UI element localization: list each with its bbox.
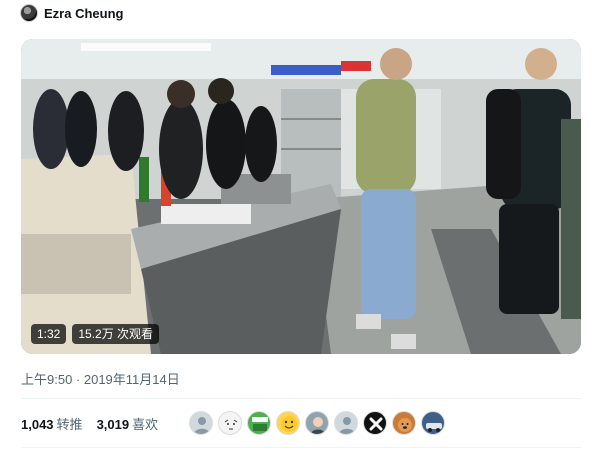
anime-avatar[interactable] xyxy=(305,411,329,435)
anime-avatar-icon xyxy=(311,417,325,434)
x-mark-avatar-icon xyxy=(369,417,383,431)
car-avatar-icon xyxy=(426,423,442,432)
divider xyxy=(21,447,581,448)
author-name[interactable]: Ezra Cheung xyxy=(44,6,123,21)
default-user-avatar-icon xyxy=(339,417,355,434)
likes-stat[interactable]: 3,019 喜欢 xyxy=(97,414,159,433)
liker-avatars xyxy=(189,411,445,435)
video-frame xyxy=(21,39,581,354)
dog-avatar[interactable] xyxy=(392,411,416,435)
dog-avatar-icon xyxy=(398,418,412,432)
default-user-avatar[interactable] xyxy=(334,411,358,435)
video-view-count: 15.2万 次观看 xyxy=(72,324,160,344)
likes-count: 3,019 xyxy=(96,417,130,432)
default-user-avatar-icon xyxy=(194,417,210,434)
default-user-avatar[interactable] xyxy=(189,411,213,435)
sketch-face-avatar-icon xyxy=(224,419,238,430)
video-overlay: 1:32 15.2万 次观看 xyxy=(31,324,160,344)
emoji-avatar[interactable] xyxy=(276,411,300,435)
engagement-stats: 1,043 转推 3,019 喜欢 xyxy=(21,414,158,433)
tweet-header: Ezra Cheung xyxy=(20,4,123,22)
x-mark-avatar[interactable] xyxy=(363,411,387,435)
video-duration: 1:32 xyxy=(31,324,67,344)
car-avatar[interactable] xyxy=(421,411,445,435)
retweets-label: 转推 xyxy=(56,417,83,432)
retweets-stat[interactable]: 1,043 转推 xyxy=(21,414,83,433)
likes-label: 喜欢 xyxy=(132,417,159,432)
emoji-avatar-icon xyxy=(281,416,297,432)
author-avatar[interactable] xyxy=(20,4,38,22)
video-player[interactable]: 1:32 15.2万 次观看 xyxy=(21,39,581,354)
tweet-timestamp[interactable]: 上午9:50 · 2019年11月14日 xyxy=(21,369,180,388)
sticker-avatar[interactable] xyxy=(247,411,271,435)
sketch-face-avatar[interactable] xyxy=(218,411,242,435)
sticker-avatar-icon xyxy=(252,417,268,431)
retweets-count: 1,043 xyxy=(21,417,54,432)
divider xyxy=(21,398,581,399)
